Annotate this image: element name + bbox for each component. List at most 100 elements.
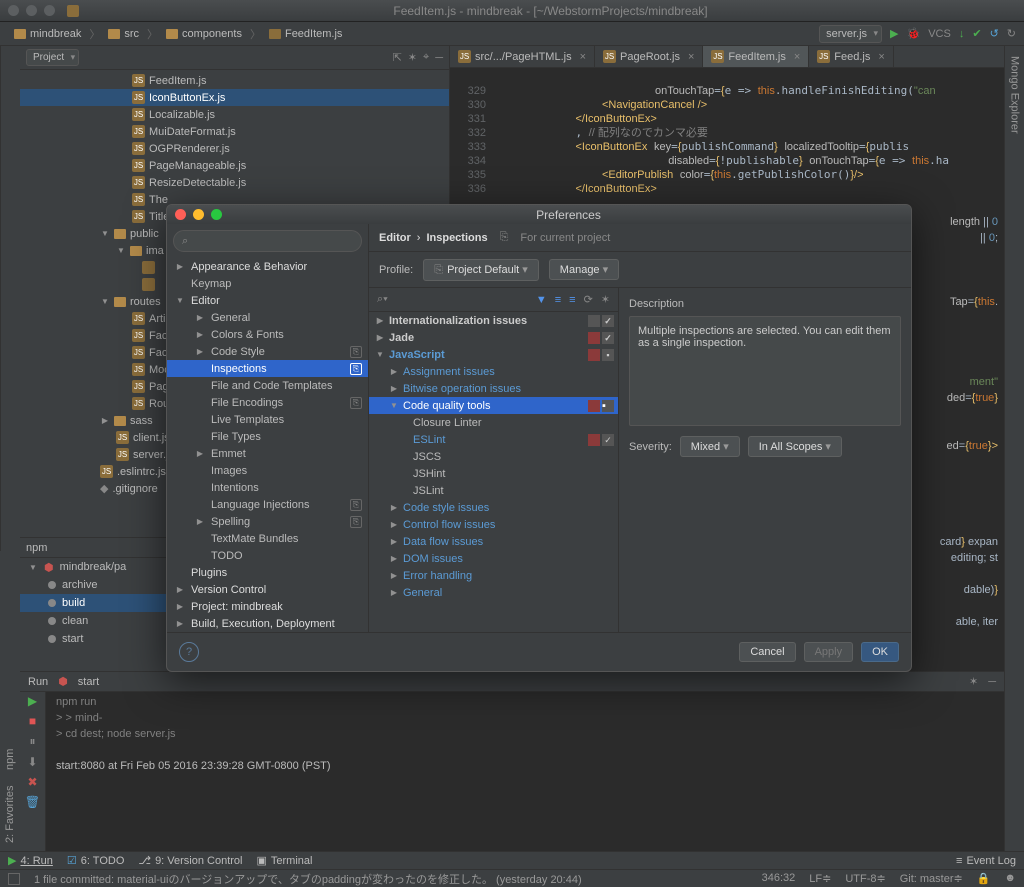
tool-event-log[interactable]: ≡Event Log (956, 855, 1016, 867)
inspection-category[interactable]: ▼JavaScript▪ (369, 346, 618, 363)
manage-button[interactable]: Manage (549, 259, 619, 280)
zoom-icon[interactable] (44, 5, 55, 16)
gear-icon[interactable]: ✶ (408, 51, 417, 64)
close-icon[interactable]: × (688, 51, 694, 63)
caret-position[interactable]: 346:32 (762, 872, 796, 885)
window-traffic-lights[interactable] (8, 5, 55, 16)
checkbox-icon[interactable]: ▪ (602, 400, 614, 412)
vcs-update-icon[interactable]: ↓ (959, 28, 965, 40)
tool-run[interactable]: ▶4: Run (8, 854, 53, 867)
npm-script[interactable]: build (20, 594, 166, 612)
pref-category[interactable]: ▶Appearance & Behavior (167, 258, 368, 275)
line-separator[interactable]: LF≑ (809, 872, 831, 885)
pause-icon[interactable]: ⏸ (29, 734, 35, 749)
collapse-icon[interactable]: ≡ (569, 294, 575, 306)
editor-tab[interactable]: JSsrc/.../PageHTML.js× (450, 46, 595, 67)
pref-item-inspections[interactable]: Inspections⎘ (167, 360, 368, 377)
pref-item[interactable]: ▶Emmet (167, 445, 368, 462)
npm-script[interactable]: archive (20, 576, 166, 594)
search-icon[interactable]: ⌕▾ (377, 293, 388, 306)
editor-tab[interactable]: JSFeed.js× (809, 46, 894, 67)
npm-script[interactable]: clean (20, 612, 166, 630)
inspections-tree[interactable]: ▶Internationalization issues✓ ▶Jade✓ ▼Ja… (369, 312, 618, 632)
trash-icon[interactable]: 🗑 (25, 795, 40, 809)
checkbox-icon[interactable]: ✓ (602, 434, 614, 446)
vcs-commit-icon[interactable]: ✔ (972, 27, 981, 40)
file-row[interactable]: JSFeedItem.js (20, 72, 449, 89)
pref-item[interactable]: File and Code Templates (167, 377, 368, 394)
encoding[interactable]: UTF-8≑ (845, 872, 885, 885)
breadcrumb-item[interactable]: src (102, 26, 145, 42)
file-row[interactable]: JSIconButtonEx.js (20, 89, 449, 106)
autoscroll-icon[interactable]: ⌖ (423, 51, 429, 64)
lock-icon[interactable]: 🔒 (977, 872, 991, 885)
filter-icon[interactable]: ▼ (536, 294, 547, 306)
chevron-down-icon[interactable]: ▼ (100, 297, 110, 306)
gear-icon[interactable]: ✶ (601, 293, 610, 306)
tool-version-control[interactable]: ⎇9: Version Control (138, 854, 242, 867)
minimize-icon[interactable] (193, 209, 204, 220)
inspection-subcategory[interactable]: ▶Assignment issues (369, 363, 618, 380)
npm-script[interactable]: start (20, 630, 166, 648)
pref-item[interactable]: File Types (167, 428, 368, 445)
pref-item[interactable]: TextMate Bundles (167, 530, 368, 547)
inspection-subcategory[interactable]: ▶DOM issues (369, 550, 618, 567)
inspection-item[interactable]: JSLint (369, 482, 618, 499)
tool-favorites[interactable]: 2: Favorites (4, 786, 16, 843)
checkbox-icon[interactable]: ✓ (602, 332, 614, 344)
inspection-subcategory[interactable]: ▶General (369, 584, 618, 601)
pref-item[interactable]: ▶Spelling⎘ (167, 513, 368, 530)
minimize-icon[interactable] (26, 5, 37, 16)
ok-button[interactable]: OK (861, 642, 899, 662)
pref-item[interactable]: Images (167, 462, 368, 479)
tool-npm[interactable]: npm (4, 748, 16, 769)
gear-icon[interactable]: ✶ (969, 675, 978, 688)
pref-category[interactable]: ▶Project: mindbreak (167, 598, 368, 615)
profile-selector[interactable]: ⎘Project Default (423, 259, 539, 281)
pref-item[interactable]: TODO (167, 547, 368, 564)
close-icon[interactable]: × (878, 51, 884, 63)
editor-tab[interactable]: JSFeedItem.js× (703, 46, 809, 67)
run-console[interactable]: npm run > > mind- > cd dest; node server… (46, 672, 1004, 851)
inspection-category[interactable]: ▶Internationalization issues✓ (369, 312, 618, 329)
collapse-icon[interactable]: ⇱ (393, 51, 402, 64)
cancel-button[interactable]: Cancel (739, 642, 795, 662)
inspection-item[interactable]: JSCS (369, 448, 618, 465)
stop-icon[interactable]: ■ (29, 714, 36, 728)
npm-package[interactable]: ▼⬢mindbreak/pa (20, 558, 166, 576)
tool-terminal[interactable]: ▣Terminal (257, 854, 313, 867)
pref-category[interactable]: ▶Version Control (167, 581, 368, 598)
zoom-icon[interactable] (211, 209, 222, 220)
checkbox-icon[interactable]: ✓ (602, 315, 614, 327)
close-icon[interactable]: × (794, 51, 800, 63)
debug-icon[interactable]: 🐞 (907, 27, 921, 40)
dialog-traffic-lights[interactable] (175, 209, 222, 220)
pref-item[interactable]: File Encodings⎘ (167, 394, 368, 411)
pref-item[interactable]: Language Injections⎘ (167, 496, 368, 513)
preferences-search[interactable]: ⌕ (173, 230, 362, 252)
pref-item[interactable]: Intentions (167, 479, 368, 496)
inspection-subcategory[interactable]: ▶Error handling (369, 567, 618, 584)
inspection-item[interactable]: JSHint (369, 465, 618, 482)
pref-item[interactable]: ▶Colors & Fonts (167, 326, 368, 343)
inspection-code-quality-tools[interactable]: ▼Code quality tools▪ (369, 397, 618, 414)
vcs-revert-icon[interactable]: ↻ (1007, 27, 1016, 40)
file-row[interactable]: JSResizeDetectable.js (20, 174, 449, 191)
file-row[interactable]: JSMuiDateFormat.js (20, 123, 449, 140)
expand-icon[interactable]: ≡ (555, 294, 561, 306)
square-icon[interactable] (8, 873, 20, 885)
checkbox-icon[interactable]: ▪ (602, 349, 614, 361)
reset-icon[interactable]: ⟳ (584, 293, 593, 306)
run-icon[interactable]: ▶ (890, 27, 898, 40)
inspection-item-eslint[interactable]: ESLint✓ (369, 431, 618, 448)
chevron-down-icon[interactable]: ▼ (116, 246, 126, 255)
inspection-category[interactable]: ▶Jade✓ (369, 329, 618, 346)
scope-selector[interactable]: In All Scopes (748, 436, 842, 457)
run-config-tab[interactable]: start (78, 676, 99, 688)
help-button[interactable]: ? (179, 642, 199, 662)
hide-icon[interactable]: ─ (435, 52, 443, 64)
pref-item[interactable]: ▶Code Style⎘ (167, 343, 368, 360)
pref-category[interactable]: ▶Build, Execution, Deployment (167, 615, 368, 632)
preferences-tree[interactable]: ▶Appearance & Behavior Keymap ▼Editor ▶G… (167, 258, 368, 632)
run-config-selector[interactable]: server.js (819, 25, 882, 43)
